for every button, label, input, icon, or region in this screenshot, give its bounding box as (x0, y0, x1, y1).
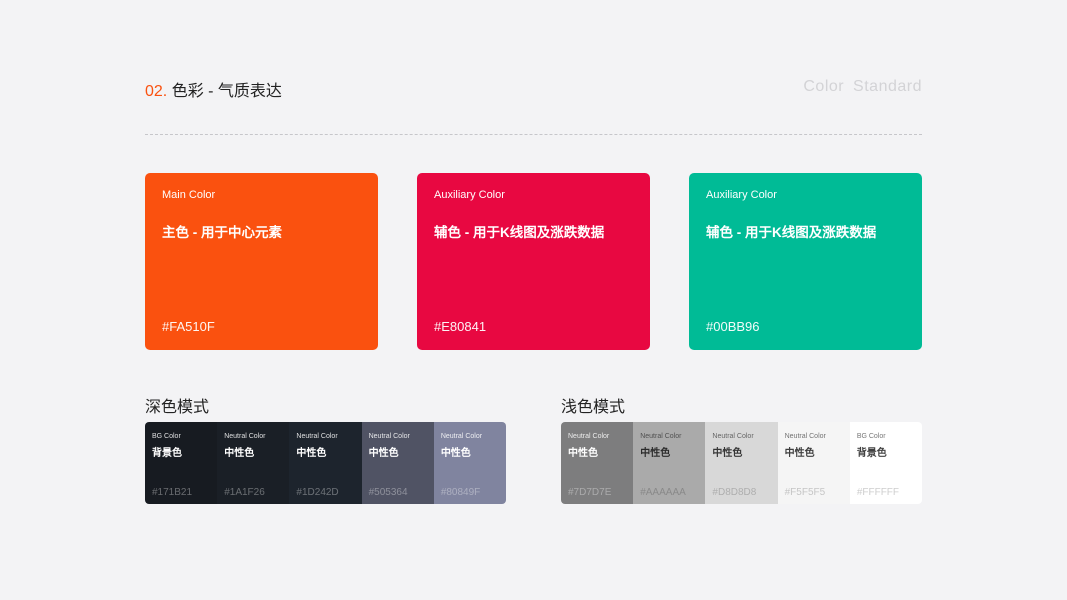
card-label: Auxiliary Color (706, 189, 777, 201)
swatch-name: 中性色 (568, 448, 598, 459)
swatch-label: Neutral Color (640, 433, 682, 440)
card-description: 辅色 - 用于K线图及涨跌数据 (706, 225, 877, 240)
card-label: Main Color (162, 189, 216, 201)
card-hex: #E80841 (434, 319, 487, 334)
swatch-name: 中性色 (640, 448, 671, 459)
swatch-hex: #D8D8D8 (712, 487, 757, 498)
swatch-hex: #1A1F26 (224, 487, 265, 498)
card-description: 辅色 - 用于K线图及涨跌数据 (434, 225, 605, 240)
section-number: 02. (145, 83, 168, 100)
swatch-name: 背景色 (856, 448, 887, 459)
swatch-hex: #80849F (440, 487, 481, 498)
palette-swatch: Neutral Color 中性色 #F5F5F5 (777, 422, 850, 504)
section-title: 色彩 - 气质表达 (171, 83, 282, 100)
light-mode-palette: Neutral Color 中性色 #7D7D7E Neutral Color 中性色… (561, 422, 922, 504)
swatch-hex: #FFFFFF (856, 487, 900, 498)
palette-swatch: Neutral Color 中性色 #505364 (361, 422, 434, 504)
palette-swatch: Neutral Color 中性色 #80849F (433, 422, 506, 504)
swatch-hex: #F5F5F5 (784, 487, 826, 498)
palette-swatch: Neutral Color 中性色 #7D7D7E (561, 422, 634, 504)
swatch-label: Neutral Color (440, 433, 483, 440)
swatch-hex: #171B21 (152, 487, 193, 498)
page-subtitle: Color Standard (803, 78, 922, 95)
palette-swatch: Neutral Color 中性色 #1D242D (289, 422, 362, 504)
card-hex: #00BB96 (706, 319, 760, 334)
swatch-name: 中性色 (712, 448, 743, 459)
color-card-main: Main Color 主色 - 用于中心元素 #FA510F (145, 173, 378, 350)
palette-swatch: Neutral Color 中性色 #AAAAAA (633, 422, 706, 504)
color-card-auxiliary-green: Auxiliary Color 辅色 - 用于K线图及涨跌数据 #00BB96 (689, 173, 922, 350)
swatch-label: Neutral Color (296, 433, 338, 440)
swatch-hex: #505364 (368, 487, 408, 498)
dashed-divider (145, 134, 922, 135)
light-mode-title: 浅色模式 (561, 399, 626, 416)
swatch-label: Neutral Color (568, 433, 610, 440)
swatch-label: Neutral Color (784, 433, 826, 440)
page-title: 02. 色彩 - 气质表达 (145, 77, 282, 101)
swatch-label: BG Color (856, 433, 886, 440)
palette-swatch: BG Color 背景色 #FFFFFF (849, 422, 922, 504)
swatch-name: 中性色 (296, 448, 327, 459)
dark-mode-title: 深色模式 (145, 399, 210, 416)
palette-swatch: Neutral Color 中性色 #1A1F26 (217, 422, 290, 504)
palette-swatch: Neutral Color 中性色 #D8D8D8 (705, 422, 778, 504)
swatch-name: 中性色 (440, 448, 471, 459)
swatch-label: BG Color (152, 433, 181, 440)
swatch-hex: #AAAAAA (640, 487, 686, 498)
swatch-hex: #7D7D7E (568, 487, 612, 498)
color-card-auxiliary-red: Auxiliary Color 辅色 - 用于K线图及涨跌数据 #E80841 (417, 173, 650, 350)
swatch-hex: #1D242D (296, 487, 339, 498)
palette-swatch: BG Color 背景色 #171B21 (145, 422, 218, 504)
swatch-label: Neutral Color (368, 433, 410, 440)
swatch-label: Neutral Color (712, 433, 754, 440)
swatch-label: Neutral Color (224, 433, 266, 440)
dark-mode-palette: BG Color 背景色 #171B21 Neutral Color 中性色 #1A1F… (145, 422, 506, 504)
swatch-name: 中性色 (224, 448, 255, 459)
card-label: Auxiliary Color (434, 189, 505, 201)
swatch-name: 中性色 (368, 448, 399, 459)
page-header: 02. 色彩 - 气质表达 Color Standard (145, 77, 922, 101)
card-hex: #FA510F (162, 319, 215, 334)
swatch-name: 中性色 (784, 448, 815, 459)
swatch-name: 背景色 (152, 448, 182, 459)
card-description: 主色 - 用于中心元素 (162, 225, 282, 240)
